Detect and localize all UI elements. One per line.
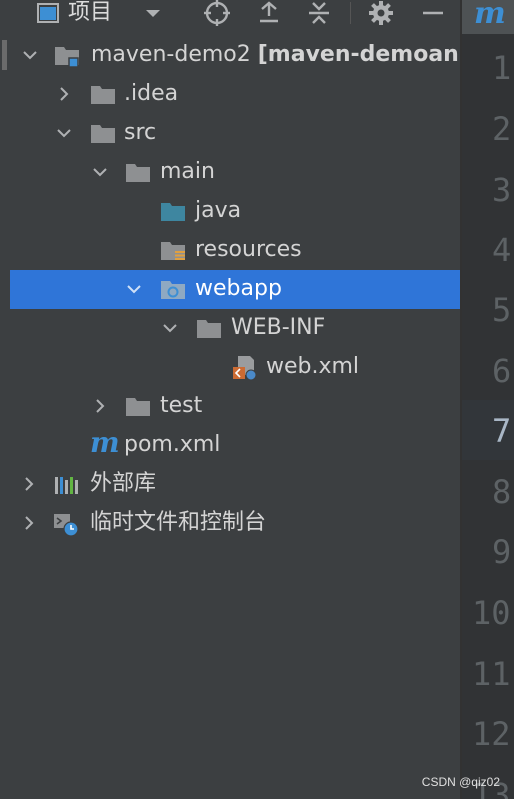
ide-window: 项目 maven-demo2 [maven-demoan .idea src m… xyxy=(0,0,514,799)
tree-node-pom[interactable]: m pom.xml xyxy=(10,426,460,465)
line-number: 8 xyxy=(492,473,512,511)
maven-icon: m xyxy=(90,426,120,459)
tree-node-webinf[interactable]: WEB-INF xyxy=(10,309,460,348)
tree-node-src[interactable]: src xyxy=(10,114,460,153)
gear-icon xyxy=(369,1,393,25)
project-view-title: 项目 xyxy=(68,0,113,25)
chevron-right-icon[interactable] xyxy=(21,515,37,531)
idea-label: .idea xyxy=(124,81,179,106)
project-root-label: maven-demo2 [maven-demoan xyxy=(91,40,459,70)
tree-node-main[interactable]: main xyxy=(10,153,460,192)
project-panel: 项目 maven-demo2 [maven-demoan .idea src m… xyxy=(10,0,460,799)
line-number: 3 xyxy=(492,171,512,209)
chevron-down-icon[interactable] xyxy=(92,164,108,180)
pom-label: pom.xml xyxy=(124,432,221,457)
toolbar-separator xyxy=(350,2,351,24)
tree-node-external-libraries[interactable]: 外部库 xyxy=(10,465,460,504)
webxml-label: web.xml xyxy=(266,354,360,379)
webinf-label: WEB-INF xyxy=(231,315,326,340)
editor-tab[interactable]: m xyxy=(462,0,514,34)
folder-icon xyxy=(91,125,115,143)
line-number: 5 xyxy=(492,291,512,329)
resources-label: resources xyxy=(195,237,302,262)
locate-button[interactable] xyxy=(203,0,231,26)
chevron-right-icon[interactable] xyxy=(92,398,108,414)
tree-node-test[interactable]: test xyxy=(10,387,460,426)
project-view-selector[interactable]: 项目 xyxy=(36,0,112,26)
settings-button[interactable] xyxy=(368,0,394,26)
source-folder-icon xyxy=(161,203,185,221)
folder-icon xyxy=(197,320,221,338)
line-number: 4 xyxy=(492,231,512,269)
chevron-down-icon[interactable] xyxy=(162,320,178,336)
tree-node-idea[interactable]: .idea xyxy=(10,75,460,114)
project-module-name: [maven-demoan xyxy=(257,42,459,67)
minimize-button[interactable] xyxy=(421,0,445,26)
web-folder-icon xyxy=(161,281,185,299)
watermark: CSDN @qiz02 xyxy=(421,775,500,789)
line-number: 10 xyxy=(472,594,511,632)
module-folder-icon xyxy=(55,47,79,68)
tree-node-webxml[interactable]: web.xml xyxy=(10,348,460,387)
maven-tab-icon: m xyxy=(474,0,506,31)
project-name: maven-demo2 xyxy=(91,42,251,67)
folder-icon xyxy=(126,398,150,416)
chevron-right-icon[interactable] xyxy=(21,476,37,492)
folder-icon xyxy=(91,86,115,104)
collapse-all-icon xyxy=(309,2,329,24)
resources-folder-icon xyxy=(161,242,185,260)
external-libraries-label: 外部库 xyxy=(90,471,157,496)
java-label: java xyxy=(195,198,242,223)
folder-icon xyxy=(126,164,150,182)
line-number: 2 xyxy=(492,110,512,148)
expand-all-button[interactable] xyxy=(257,0,281,26)
chevron-down-icon[interactable] xyxy=(22,47,38,63)
tree-node-scratches[interactable]: 临时文件和控制台 xyxy=(10,504,460,543)
test-label: test xyxy=(160,393,203,418)
scratches-label: 临时文件和控制台 xyxy=(90,510,267,535)
chevron-down-icon[interactable] xyxy=(126,281,142,297)
tree-node-webapp[interactable]: webapp xyxy=(10,270,460,309)
expand-all-icon xyxy=(260,1,278,23)
tree-node-java[interactable]: java xyxy=(10,192,460,231)
webapp-label: webapp xyxy=(195,276,282,301)
editor-gutter: m 1 2 3 4 5 6 7 8 9 10 11 12 13 xyxy=(462,0,514,799)
line-number: 11 xyxy=(472,655,511,693)
collapse-all-button[interactable] xyxy=(306,0,332,26)
locate-icon xyxy=(204,0,230,26)
tree-node-resources[interactable]: resources xyxy=(10,231,460,270)
line-number: 12 xyxy=(472,715,511,753)
chevron-right-icon[interactable] xyxy=(56,86,72,102)
src-label: src xyxy=(124,120,157,145)
xml-file-icon xyxy=(233,356,257,381)
line-number: 6 xyxy=(492,352,512,390)
minimize-icon xyxy=(423,11,443,15)
line-number-current: 7 xyxy=(492,412,512,450)
stripe-tab[interactable] xyxy=(2,40,7,70)
project-view-icon xyxy=(37,3,59,23)
line-number: 1 xyxy=(492,49,512,87)
view-dropdown-button[interactable] xyxy=(144,0,162,26)
dropdown-arrow-icon xyxy=(146,10,160,17)
scratches-icon xyxy=(54,514,79,537)
chevron-down-icon[interactable] xyxy=(56,125,72,141)
project-toolbar: 项目 xyxy=(10,0,460,26)
library-icon xyxy=(55,477,78,494)
tree-node-project-root[interactable]: maven-demo2 [maven-demoan xyxy=(10,36,460,75)
line-number: 9 xyxy=(492,533,512,571)
main-label: main xyxy=(160,159,215,184)
